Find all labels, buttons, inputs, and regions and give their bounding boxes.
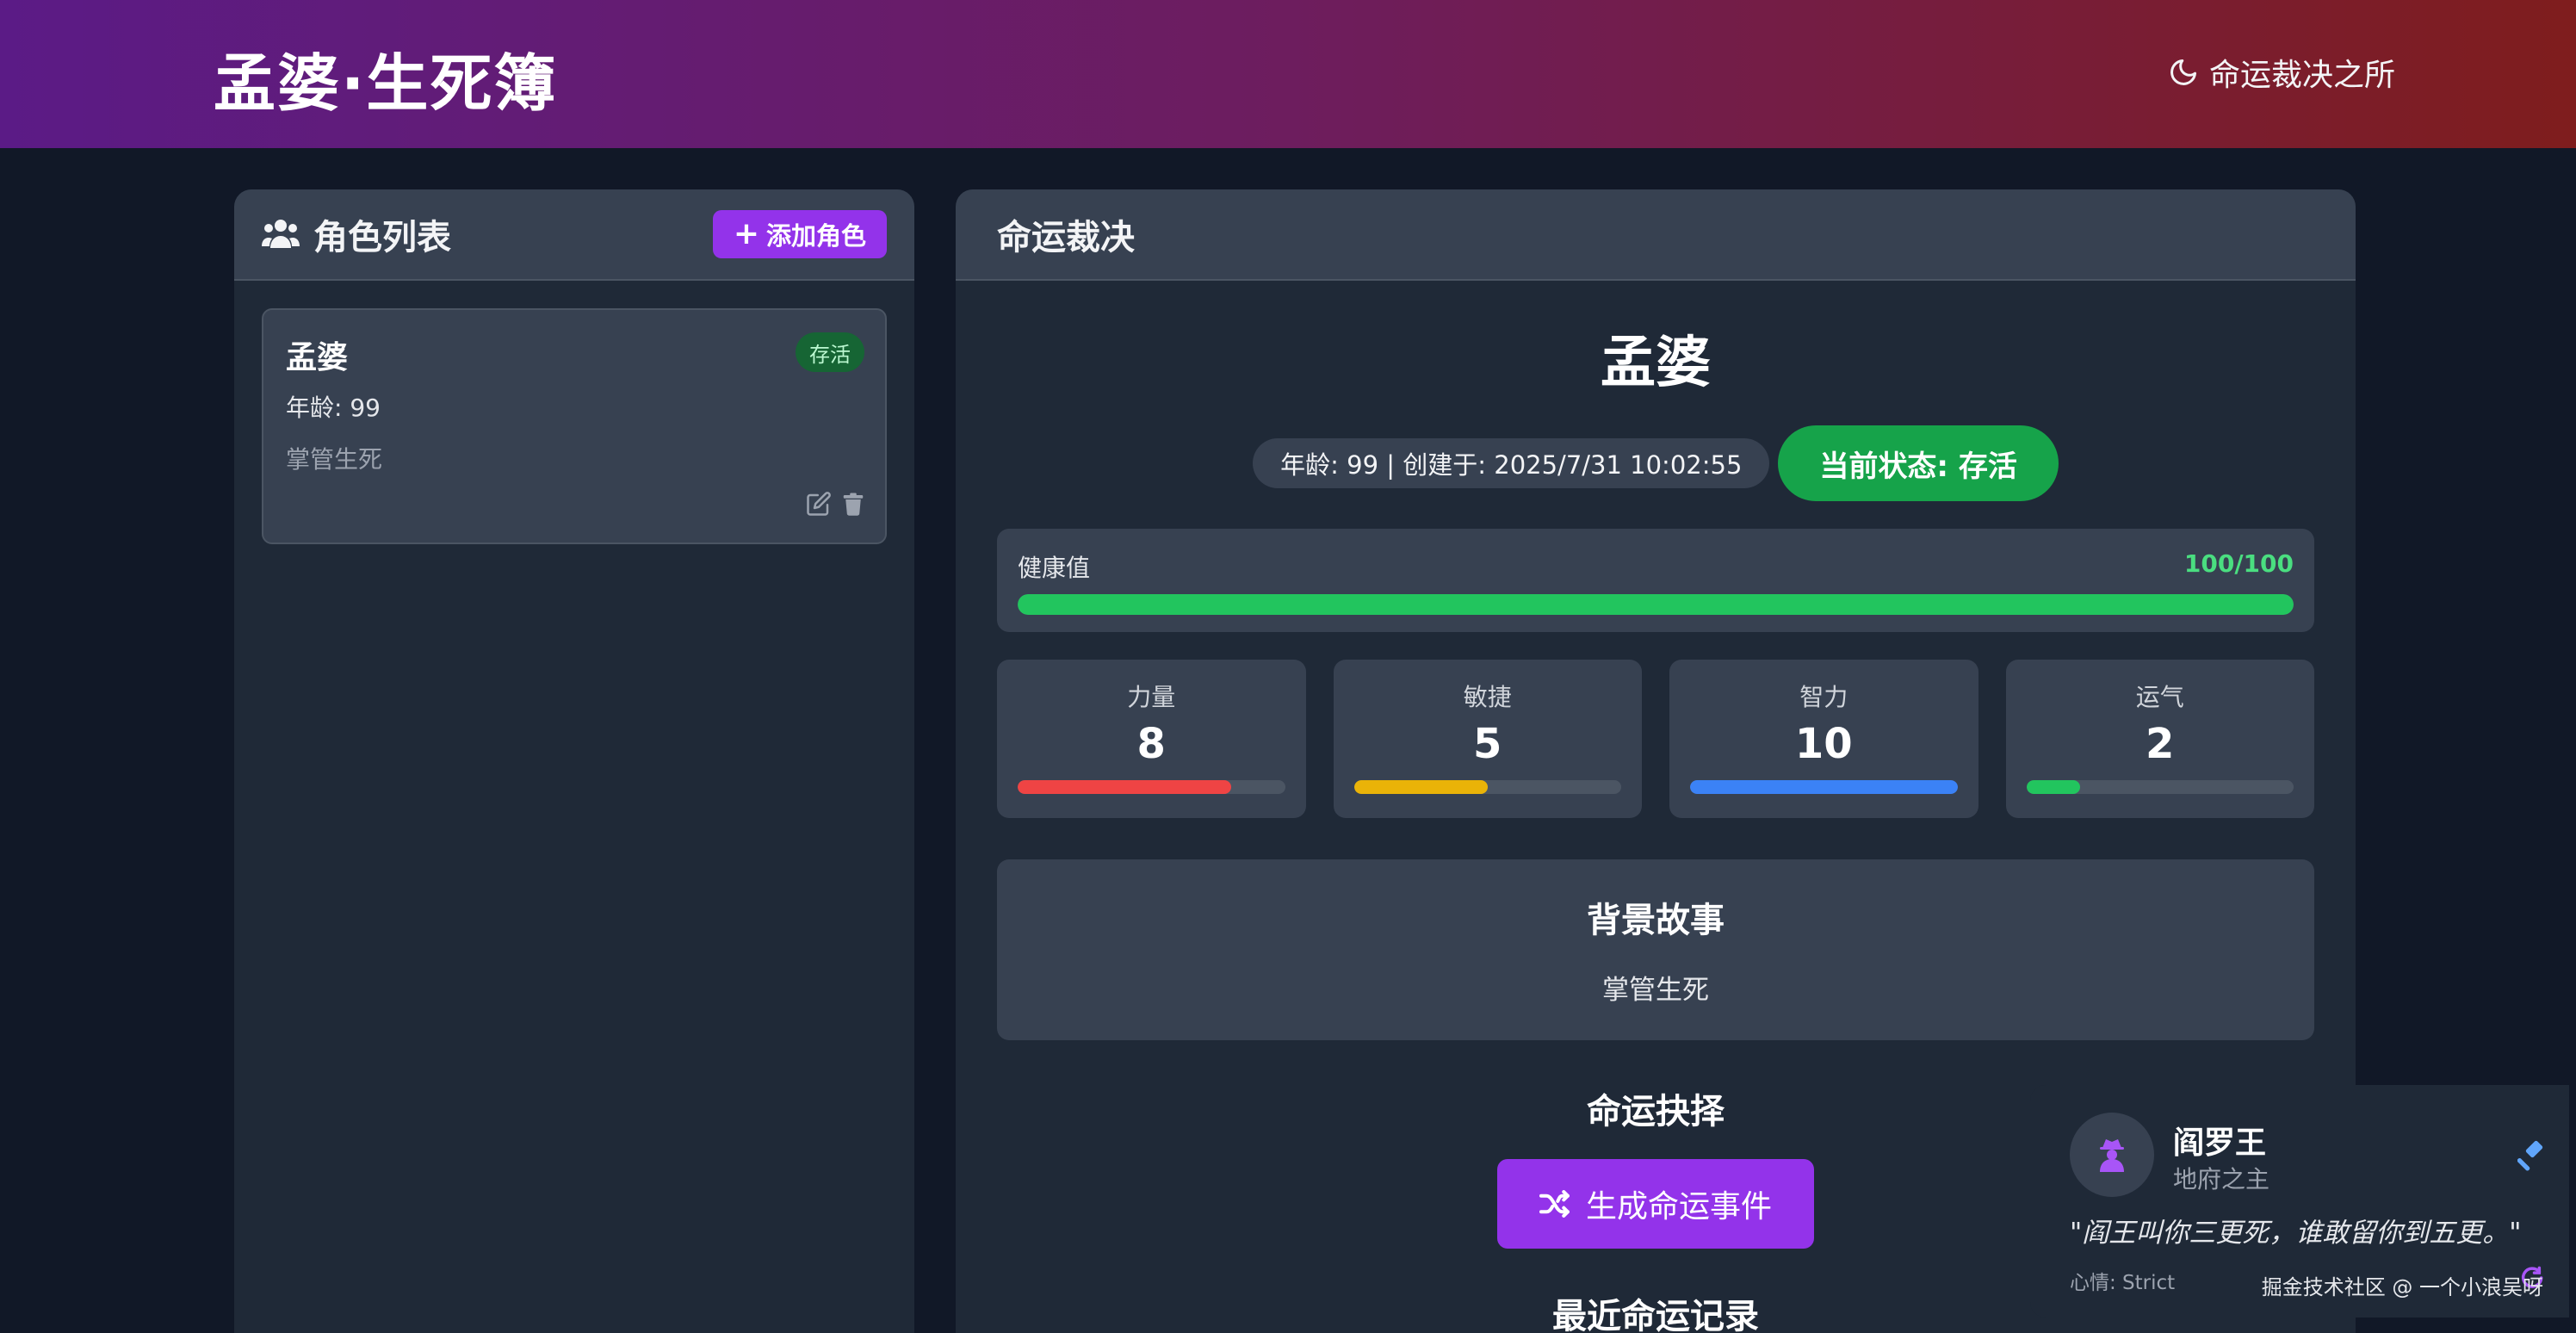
- npc-quote: "阎王叫你三更死，谁敢留你到五更。": [2070, 1218, 2522, 1249]
- character-meta-row: 年龄: 99 | 创建于: 2025/7/31 10:02:55 当前状态: 存…: [956, 425, 2356, 501]
- character-age: 年龄: 99: [286, 394, 381, 422]
- stat-bar-track: [2026, 780, 2294, 794]
- edit-icon[interactable]: [806, 491, 832, 517]
- health-value: 100/100: [2183, 549, 2294, 578]
- stat-label: 力量: [1127, 683, 1176, 711]
- health-bar-track: [1018, 594, 2294, 615]
- npc-avatar: [2070, 1113, 2154, 1197]
- stat-card-agility: 敏捷 5: [1333, 660, 1642, 818]
- trash-icon[interactable]: [840, 491, 866, 517]
- stat-bar-track: [1018, 780, 1285, 794]
- npc-role: 地府之主: [2173, 1165, 2270, 1194]
- stat-card-luck: 运气 2: [2005, 660, 2314, 818]
- stat-card-intelligence: 智力 10: [1669, 660, 1978, 818]
- users-icon: [262, 220, 300, 248]
- nav-fate-hall[interactable]: 命运裁决之所: [2168, 50, 2395, 95]
- health-bar-fill: [1018, 594, 2294, 615]
- fate-judgement-title: 命运裁决: [997, 218, 1135, 257]
- background-story-box: 背景故事 掌管生死: [997, 859, 2314, 1040]
- add-character-button[interactable]: + 添加角色: [712, 210, 887, 258]
- nav-fate-hall-label: 命运裁决之所: [2208, 58, 2395, 93]
- npc-mood: 心情: Strict: [2070, 1272, 2176, 1294]
- character-status-badge: 存活: [796, 332, 864, 372]
- stat-bar-fill: [1690, 780, 1958, 794]
- stat-label: 运气: [2135, 683, 2184, 711]
- character-name: 孟婆: [286, 340, 349, 375]
- moon-icon: [2170, 59, 2196, 85]
- app-brand[interactable]: 孟婆·生死簿: [214, 33, 557, 123]
- character-description: 掌管生死: [286, 445, 383, 474]
- stat-card-strength: 力量 8: [997, 660, 1306, 818]
- selected-character-name: 孟婆: [1601, 332, 1711, 395]
- generate-fate-event-button[interactable]: 生成命运事件: [1497, 1159, 1814, 1249]
- add-character-label: 添加角色: [765, 221, 866, 251]
- character-card-actions: [806, 491, 866, 517]
- current-status-badge: 当前状态: 存活: [1778, 425, 2059, 501]
- stat-bar-track: [1690, 780, 1958, 794]
- character-meta-pill: 年龄: 99 | 创建于: 2025/7/31 10:02:55: [1253, 438, 1770, 488]
- npc-name: 阎罗王: [2173, 1125, 2267, 1161]
- stat-label: 敏捷: [1463, 683, 1512, 711]
- stat-value: 2: [2146, 720, 2175, 768]
- stat-label: 智力: [1799, 683, 1848, 711]
- shuffle-icon: [1539, 1190, 1570, 1218]
- generate-fate-event-label: 生成命运事件: [1585, 1189, 1772, 1224]
- stat-bar-fill: [1018, 780, 1232, 794]
- health-box: 健康值 100/100: [997, 529, 2314, 632]
- stat-bar-fill: [2026, 780, 2080, 794]
- gavel-icon[interactable]: [2517, 1140, 2548, 1171]
- character-list-title: 角色列表: [262, 209, 451, 259]
- stat-bar-track: [1353, 780, 1621, 794]
- background-story-text: 掌管生死: [1602, 975, 1709, 1006]
- user-secret-icon: [2100, 1139, 2124, 1172]
- health-header: 健康值 100/100: [1018, 549, 2294, 584]
- character-card[interactable]: 孟婆 年龄: 99 掌管生死 存活: [262, 308, 887, 544]
- stat-bar-fill: [1353, 780, 1488, 794]
- character-list-panel: 角色列表 + 添加角色 孟婆 年龄: 99 掌管生死 存活: [234, 189, 914, 1333]
- plus-icon: +: [733, 216, 759, 251]
- health-label: 健康值: [1018, 554, 1091, 582]
- app-header: 孟婆·生死簿 命运裁决之所: [0, 0, 2576, 148]
- stat-value: 10: [1794, 720, 1853, 768]
- attribute-stats-row: 力量 8 敏捷 5 智力 10 运气 2: [997, 660, 2314, 818]
- character-list-title-text: 角色列表: [313, 218, 451, 257]
- character-list-header: 角色列表 + 添加角色: [234, 189, 914, 281]
- stat-value: 5: [1473, 720, 1502, 768]
- stat-value: 8: [1136, 720, 1166, 768]
- fate-judgement-header: 命运裁决: [956, 189, 2356, 281]
- watermark: 掘金技术社区 @ 一个小浪吴呀: [2261, 1275, 2543, 1299]
- background-story-title: 背景故事: [1587, 901, 1725, 940]
